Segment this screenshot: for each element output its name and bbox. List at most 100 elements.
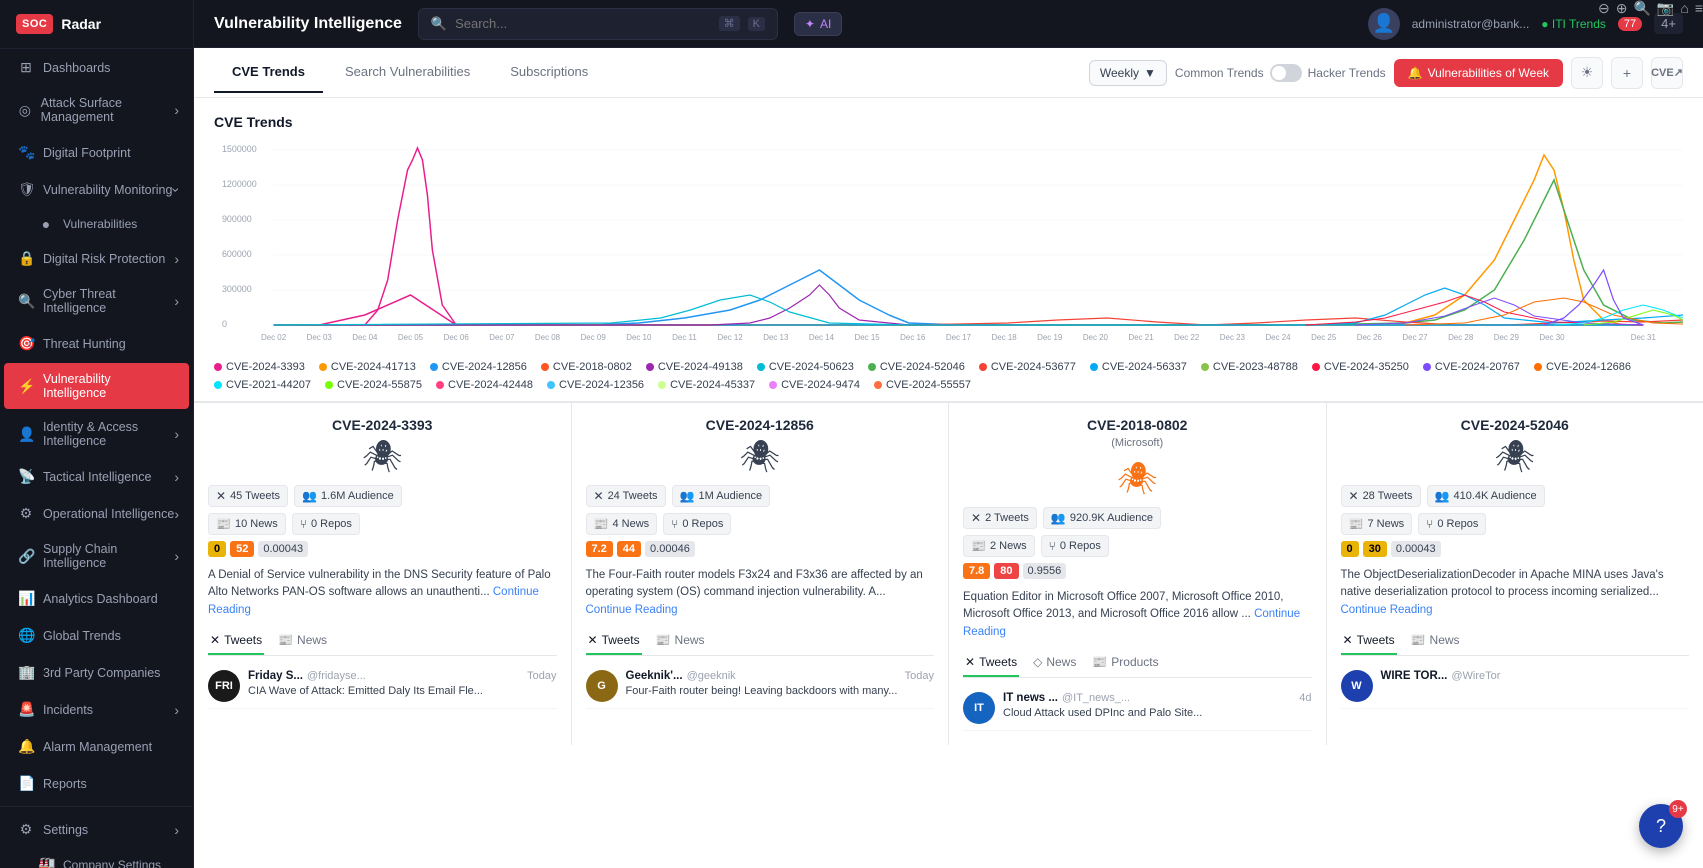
score-2-1: 44: [617, 541, 641, 557]
svg-text:Dec 02: Dec 02: [261, 333, 287, 342]
sidebar-item-analytics-dashboard[interactable]: 📊 Analytics Dashboard: [4, 581, 189, 616]
svg-text:Dec 03: Dec 03: [307, 333, 333, 342]
card-1-tab-tweets[interactable]: ✕ Tweets: [586, 627, 642, 655]
sidebar-item-digital-risk[interactable]: 🔒 Digital Risk Protection: [4, 241, 189, 276]
legend-item-10: CVE-2024-35250: [1312, 361, 1409, 373]
svg-text:300000: 300000: [222, 284, 252, 294]
github-icon-2: ⑂: [1049, 539, 1056, 553]
news-badge-3: 📰 7 News: [1341, 513, 1413, 535]
grid-icon: ⊞: [18, 59, 34, 76]
search-icon: 🔍: [431, 16, 447, 32]
card-3-tab-tweets[interactable]: ✕ Tweets: [1341, 627, 1397, 655]
svg-text:Dec 09: Dec 09: [581, 333, 607, 342]
sidebar-item-label: Supply Chain Intelligence: [43, 542, 175, 570]
sidebar-item-threat-hunting[interactable]: 🎯 Threat Hunting: [4, 326, 189, 361]
card-2-spider: 🕷: [963, 459, 1312, 497]
sun-icon-button[interactable]: ☀: [1571, 57, 1603, 89]
sidebar-item-vulnerability-monitoring[interactable]: 🛡 Vulnerability Monitoring: [4, 172, 189, 207]
legend-item-3: CVE-2018-0802: [541, 361, 632, 373]
x-icon: ✕: [216, 489, 226, 503]
shield-icon: 🛡: [18, 181, 34, 198]
legend-item-17: CVE-2024-45337: [658, 379, 755, 391]
svg-text:Dec 06: Dec 06: [444, 333, 470, 342]
svg-text:Dec 31: Dec 31: [1631, 333, 1657, 342]
audience-badge-3: 👥 410.4K Audience: [1427, 485, 1545, 507]
tweet-avatar-0: FRI: [208, 670, 240, 702]
search-input[interactable]: [455, 16, 710, 31]
card-2-tab-news[interactable]: 📰 Products: [1090, 649, 1160, 677]
tweet-item-3: W WIRE TOR... @WireTor: [1341, 664, 1690, 709]
svg-text:Dec 04: Dec 04: [352, 333, 378, 342]
tweet-time-2: 4d: [1299, 692, 1311, 704]
search-kbd-k: K: [748, 17, 765, 31]
people-icon-2: 👥: [1051, 511, 1066, 525]
card-1-continue-link[interactable]: Continue Reading: [586, 604, 678, 616]
plus-icon-button[interactable]: +: [1611, 57, 1643, 89]
tab-search-vulnerabilities[interactable]: Search Vulnerabilities: [327, 52, 488, 93]
score-3-1: 0.00046: [645, 541, 695, 557]
ai-button[interactable]: ✦ AI: [794, 12, 842, 36]
tweet-item-1: G Geeknik'... @geeknik Today Four-Faith …: [586, 664, 935, 709]
weekly-select[interactable]: Weekly ▼: [1089, 60, 1167, 86]
logo-text: Radar: [61, 16, 101, 32]
card-0-tab-tweets[interactable]: ✕ Tweets: [208, 627, 264, 655]
svg-text:Dec 07: Dec 07: [489, 333, 515, 342]
help-icon: ?: [1656, 816, 1666, 837]
legend-item-19: CVE-2024-55557: [874, 379, 971, 391]
cve-icon-button[interactable]: CVE↗: [1651, 57, 1683, 89]
sidebar-item-operational-intelligence[interactable]: ⚙ Operational Intelligence: [4, 496, 189, 531]
github-icon-1: ⑂: [671, 517, 678, 531]
building-icon: 🏢: [18, 664, 34, 681]
svg-text:Dec 14: Dec 14: [809, 333, 835, 342]
sidebar-item-alarm-management[interactable]: 🔔 Alarm Management: [4, 729, 189, 764]
sidebar-item-attack-surface[interactable]: ◎ Attack Surface Management: [4, 87, 189, 133]
svg-text:Dec 26: Dec 26: [1357, 333, 1383, 342]
card-2-tab-products[interactable]: ◇ News: [1031, 649, 1078, 677]
tab-cve-trends[interactable]: CVE Trends: [214, 52, 323, 93]
attack-surface-icon: ◎: [18, 102, 32, 119]
sidebar-item-3rd-party[interactable]: 🏢 3rd Party Companies: [4, 655, 189, 690]
globe-icon: 🌐: [18, 627, 34, 644]
people-icon: 👥: [302, 489, 317, 503]
card-0-tabs: ✕ Tweets 📰 News: [208, 627, 557, 656]
sidebar-item-vulnerability-intelligence[interactable]: ⚡ Vulnerability Intelligence: [4, 363, 189, 409]
radar-icon: 📡: [18, 468, 34, 485]
sidebar-item-tactical-intelligence[interactable]: 📡 Tactical Intelligence: [4, 459, 189, 494]
tweet-content-3: WIRE TOR... @WireTor: [1381, 670, 1690, 684]
card-1-tab-news[interactable]: 📰 News: [654, 627, 707, 655]
sidebar-item-settings[interactable]: ⚙ Settings: [4, 812, 189, 847]
sidebar-item-vulnerabilities[interactable]: ● Vulnerabilities: [28, 209, 189, 239]
svg-text:Dec 19: Dec 19: [1037, 333, 1063, 342]
card-3-continue-link[interactable]: Continue Reading: [1341, 604, 1433, 616]
lightning-icon: ⚡: [18, 378, 34, 395]
tweet-name-2: IT news ...: [1003, 692, 1058, 704]
tab-subscriptions[interactable]: Subscriptions: [492, 52, 606, 93]
sidebar-item-digital-footprint[interactable]: 🐾 Digital Footprint: [4, 135, 189, 170]
legend-item-9: CVE-2023-48788: [1201, 361, 1298, 373]
sidebar-item-label: Cyber Threat Intelligence: [43, 287, 175, 315]
sidebar-item-global-trends[interactable]: 🌐 Global Trends: [4, 618, 189, 653]
sidebar-item-cyber-threat[interactable]: 🔍 Cyber Threat Intelligence: [4, 278, 189, 324]
legend-item-4: CVE-2024-49138: [646, 361, 743, 373]
topbar-notification-badge[interactable]: 77: [1618, 17, 1642, 31]
sidebar-item-incidents[interactable]: 🚨 Incidents: [4, 692, 189, 727]
news-badge-1: 📰 4 News: [586, 513, 658, 535]
svg-text:Dec 13: Dec 13: [763, 333, 789, 342]
floating-help-button[interactable]: ? 9+: [1639, 804, 1683, 848]
sidebar-item-dashboards[interactable]: ⊞ Dashboards: [4, 50, 189, 85]
hacker-trends-toggle[interactable]: [1270, 64, 1302, 82]
vulnerabilities-of-week-button[interactable]: 🔔 Vulnerabilities of Week: [1394, 59, 1563, 87]
news-badge-2: 📰 2 News: [963, 535, 1035, 557]
search-bar[interactable]: 🔍 ⌘ K: [418, 8, 778, 40]
vuln-icon: ●: [38, 216, 54, 232]
sidebar-item-reports[interactable]: 📄 Reports: [4, 766, 189, 801]
card-3-tab-news[interactable]: 📰 News: [1409, 627, 1462, 655]
sidebar-item-supply-chain[interactable]: 🔗 Supply Chain Intelligence: [4, 533, 189, 579]
sidebar-item-label: Vulnerabilities: [63, 217, 137, 231]
sidebar-item-identity-access[interactable]: 👤 Identity & Access Intelligence: [4, 411, 189, 457]
card-2-tab-tweets[interactable]: ✕ Tweets: [963, 649, 1019, 677]
sidebar-item-company-settings[interactable]: 🏭 Company Settings: [28, 849, 189, 868]
card-0-tab-news[interactable]: 📰 News: [276, 627, 329, 655]
news-icon: 📰: [216, 517, 231, 531]
sidebar-item-label: Vulnerability Intelligence: [43, 372, 175, 400]
